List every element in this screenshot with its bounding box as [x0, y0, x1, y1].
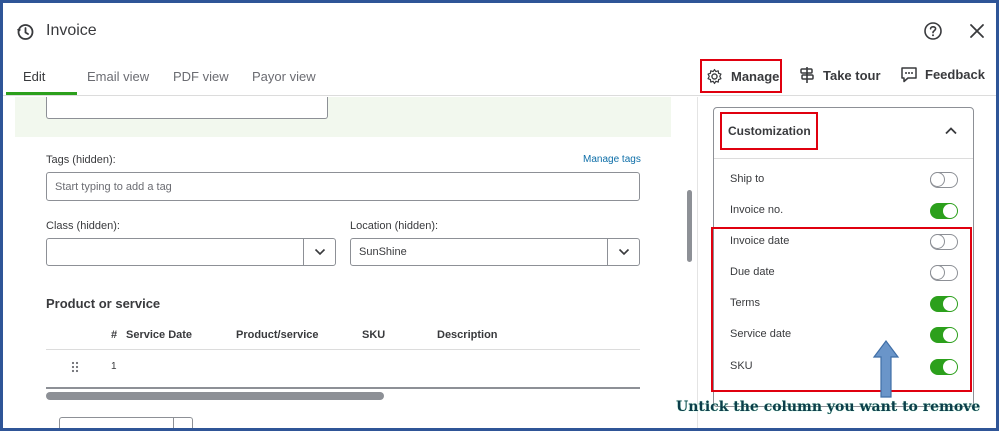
feedback-button[interactable]: Feedback [900, 66, 985, 83]
previous-field-input[interactable] [46, 97, 328, 119]
history-icon[interactable] [15, 22, 35, 42]
product-service-title: Product or service [46, 296, 161, 311]
class-label: Class (hidden): [46, 220, 120, 232]
location-dropdown-toggle[interactable] [607, 239, 639, 265]
invoice-form: Tags (hidden): Manage tags Start typing … [3, 97, 683, 428]
column-header-description: Description [437, 329, 498, 341]
manage-label: Manage [731, 68, 780, 84]
class-dropdown-toggle[interactable] [303, 239, 335, 265]
chevron-down-icon [314, 248, 325, 256]
toggle-knob [931, 173, 944, 186]
feedback-label: Feedback [925, 67, 985, 82]
signpost-icon [800, 67, 814, 83]
close-icon[interactable] [968, 22, 986, 40]
location-label: Location (hidden): [350, 220, 439, 232]
tab-edit[interactable]: Edit [23, 69, 45, 84]
option-invoice-no-label: Invoice no. [730, 204, 784, 216]
active-tab-indicator [6, 92, 77, 95]
column-header-sku: SKU [362, 329, 386, 341]
table-bottom-border [46, 387, 640, 389]
toggle-invoice-no[interactable] [930, 203, 958, 219]
drag-handle-icon[interactable] [70, 361, 80, 373]
column-header-product-service: Product/service [236, 329, 319, 341]
gear-icon [707, 68, 722, 84]
class-select[interactable] [46, 238, 336, 266]
toggle-ship-to[interactable] [930, 172, 958, 188]
chevron-down-icon [618, 248, 629, 256]
chevron-up-icon[interactable] [944, 126, 958, 135]
location-value: SunShine [359, 246, 407, 258]
table-header-divider [46, 349, 640, 350]
take-tour-label: Take tour [823, 67, 881, 83]
manage-tags-link[interactable]: Manage tags [583, 154, 641, 165]
add-lines-split [173, 417, 174, 428]
tags-input[interactable]: Start typing to add a tag [46, 172, 640, 201]
instruction-annotation: Untick the column you want to remove [676, 399, 981, 415]
row-number: 1 [111, 361, 117, 372]
customization-title-text: Customization [728, 124, 811, 138]
tab-email-view[interactable]: Email view [87, 69, 149, 84]
tab-pdf-view[interactable]: PDF view [173, 69, 229, 84]
toggles-highlight-box [711, 227, 972, 392]
column-header-number: # [111, 329, 118, 341]
chat-bubble-icon [901, 67, 917, 83]
take-tour-button[interactable]: Take tour [799, 66, 881, 84]
help-icon[interactable] [923, 21, 943, 41]
location-select[interactable]: SunShine [350, 238, 640, 266]
tab-payor-view[interactable]: Payor view [252, 69, 316, 84]
dialog-header: Invoice [3, 3, 996, 61]
toggle-knob [943, 204, 957, 218]
customization-title: Customization [720, 112, 818, 150]
horizontal-scrollbar[interactable] [46, 392, 384, 400]
vertical-scrollbar[interactable] [687, 190, 692, 262]
tags-label: Tags (hidden): [46, 154, 116, 166]
manage-button[interactable]: Manage [700, 59, 782, 93]
dialog-title: Invoice [46, 22, 97, 39]
panel-divider [697, 97, 698, 428]
tags-placeholder: Start typing to add a tag [55, 180, 172, 193]
option-ship-to-label: Ship to [730, 173, 765, 185]
column-header-service-date: Service Date [126, 329, 193, 341]
arrow-up-icon [872, 340, 900, 398]
customization-header[interactable]: Customization [714, 108, 973, 159]
